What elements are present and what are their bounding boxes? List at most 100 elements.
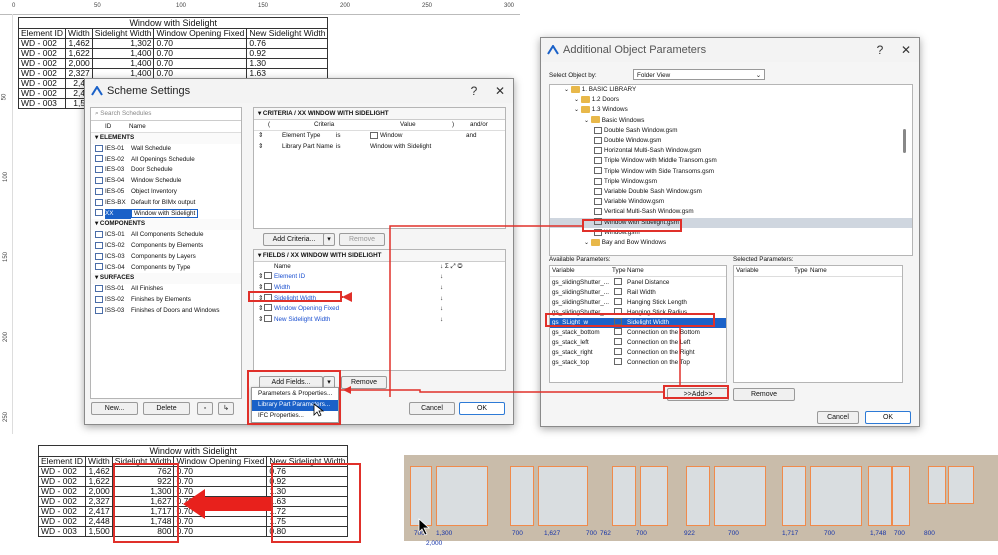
window-elevation[interactable]	[868, 466, 892, 526]
field-row[interactable]: ⇕ New Sidelight Width ↓	[254, 315, 505, 326]
window-elevation[interactable]	[538, 466, 588, 526]
remove-parameter-button[interactable]: Remove	[733, 388, 795, 401]
tree-folder[interactable]: ⌄ 1.2 Doors	[550, 95, 912, 105]
schedule-list-item[interactable]: ISS-01 All Finishes	[91, 284, 241, 295]
tree-scrollbar[interactable]	[903, 129, 906, 153]
tree-folder[interactable]: ⌄ Basic Windows	[550, 116, 912, 126]
highlight-sidelight-parameter	[545, 313, 715, 327]
tree-file[interactable]: Double Sash Window.gsm	[550, 126, 912, 136]
help-button[interactable]: ?	[461, 84, 487, 98]
ok-button[interactable]: OK	[865, 411, 911, 424]
scheme-title: Scheme Settings	[107, 85, 191, 97]
schedule-list-item[interactable]: ISS-03 Finishes of Doors and Windows	[91, 306, 241, 317]
add-criteria-dropdown-icon[interactable]: ▾	[323, 233, 335, 246]
tree-file[interactable]: Horizontal Multi-Sash Window.gsm	[550, 146, 912, 156]
dimension-label: 1,627	[544, 530, 561, 537]
tree-folder[interactable]: ⌄ 1. BASIC LIBRARY	[550, 85, 912, 95]
fields-columns: Name ↓ Σ ⤢ ◎	[274, 263, 463, 270]
tree-file[interactable]: Variable Double Sash Window.gsm	[550, 187, 912, 197]
dimension-label: 1,748	[870, 530, 887, 537]
parameter-row[interactable]: gs_slidingShutter_... Rail Width	[550, 288, 726, 298]
duplicate-icon[interactable]: ▫	[197, 402, 213, 415]
schedule-list-item[interactable]: IES-03 Door Schedule	[91, 165, 241, 176]
tree-file[interactable]: Variable Window.gsm	[550, 197, 912, 207]
criteria-row[interactable]: ⇕ Element Type is Window and	[254, 131, 505, 142]
close-button[interactable]: ✕	[893, 43, 919, 57]
search-placeholder: Search Schedules	[100, 110, 152, 117]
schedule-list-item[interactable]: IES-05 Object Inventory	[91, 187, 241, 198]
schedule-list-item[interactable]: IES-01 Wall Schedule	[91, 144, 241, 155]
delete-schedule-button[interactable]: Delete	[143, 402, 190, 415]
schedule-section[interactable]: ▾ ELEMENTS	[91, 133, 241, 144]
window-elevation[interactable]	[640, 466, 668, 526]
tree-folder[interactable]: ⌄ 1.3 Windows	[550, 105, 912, 115]
window-elevation[interactable]	[948, 466, 974, 504]
dimension-label: 1,300	[436, 530, 453, 537]
window-elevation[interactable]	[928, 466, 946, 504]
schedule-list-item[interactable]: IES-04 Window Schedule	[91, 176, 241, 187]
table-row: WD - 002 1,462 1,302 0.70 0.76	[17, 38, 329, 49]
cancel-button[interactable]: Cancel	[409, 402, 455, 415]
parameter-row[interactable]: gs_stack_top Connection on the Top	[550, 358, 726, 368]
select-object-label: Select Object by:	[549, 72, 597, 79]
parameter-row[interactable]: gs_stack_left Connection on the Left	[550, 338, 726, 348]
schedule-list-item[interactable]: ICS-01 All Components Schedule	[91, 230, 241, 241]
bottom-table-cell: 0.70	[173, 476, 268, 487]
elevation-view[interactable]: 700 1,300 2,000 700 1,627 700 762 700 922 700 1,71…	[398, 440, 998, 555]
schedule-section[interactable]: ▾ COMPONENTS	[91, 219, 241, 231]
window-elevation[interactable]	[782, 466, 806, 526]
schedule-section[interactable]: ▾ SURFACES	[91, 273, 241, 285]
schedule-list-item[interactable]: ICS-03 Components by Layers	[91, 252, 241, 263]
selected-parameters-panel: Variable Type Name	[733, 265, 903, 383]
window-elevation[interactable]	[714, 466, 766, 526]
window-elevation[interactable]	[436, 466, 488, 526]
window-elevation[interactable]	[892, 466, 910, 526]
schedule-list-item[interactable]: IES-BX Default for BIMx output	[91, 198, 241, 209]
ok-button[interactable]: OK	[459, 402, 505, 415]
top-table-cell: 0.70	[153, 48, 248, 59]
help-button[interactable]: ?	[867, 43, 893, 57]
parameter-row[interactable]: gs_stack_right Connection on the Right	[550, 348, 726, 358]
top-table-cell: 1,400	[91, 58, 155, 69]
field-row[interactable]: ⇕ Element ID ↓	[254, 272, 505, 283]
ruler-tick: 50	[1, 93, 8, 101]
dimension-label: 700	[586, 530, 597, 537]
tree-file[interactable]: Triple Window with Middle Transom.gsm	[550, 156, 912, 166]
remove-criteria-button[interactable]: Remove	[339, 233, 385, 246]
schedule-list-item[interactable]: ISS-02 Finishes by Elements	[91, 295, 241, 306]
window-elevation[interactable]	[810, 466, 862, 526]
bottom-table-cell: 2,000	[85, 486, 113, 497]
top-table-header-cell: New Sidelight Width	[246, 28, 329, 39]
schedule-list-item[interactable]: IES-02 All Openings Schedule	[91, 155, 241, 166]
tree-file[interactable]: Vertical Multi-Sash Window.gsm	[550, 207, 912, 217]
new-schedule-button[interactable]: New...	[91, 402, 138, 415]
window-elevation[interactable]	[686, 466, 710, 526]
close-button[interactable]: ✕	[487, 84, 513, 98]
export-icon[interactable]: ↳	[218, 402, 234, 415]
top-table-cell: 0.70	[153, 38, 248, 49]
field-row[interactable]: ⇕ Window Opening Fixed ↓	[254, 304, 505, 315]
window-elevation[interactable]	[410, 466, 432, 526]
tree-file[interactable]: Triple Window.gsm	[550, 177, 912, 187]
cancel-button[interactable]: Cancel	[817, 411, 859, 424]
criteria-row[interactable]: ⇕ Library Part Name is Window with Sideligh…	[254, 142, 505, 153]
schedule-list-item[interactable]: ICS-04 Components by Type	[91, 263, 241, 274]
tree-folder[interactable]: ⌄ Bay and Bow Windows	[550, 238, 912, 248]
window-elevation[interactable]	[612, 466, 636, 526]
highlight-sidelight-field	[248, 291, 342, 302]
tree-file[interactable]: Triple Window with Side Transoms.gsm	[550, 167, 912, 177]
ruler-tick: 100	[176, 3, 187, 9]
parameter-row[interactable]: gs_stack_bottom Connection on the Bottom	[550, 328, 726, 338]
window-elevation[interactable]	[510, 466, 534, 526]
parameter-row[interactable]: gs_slidingShutter_... Panel Distance	[550, 278, 726, 288]
bottom-table-cell: WD - 003	[37, 526, 87, 537]
select-object-dropdown[interactable]: Folder View ⌄	[633, 69, 765, 80]
schedule-list-item[interactable]: XX Window with Sidelight	[91, 208, 241, 220]
remove-field-button[interactable]: Remove	[341, 376, 387, 389]
schedule-list-item[interactable]: ICS-02 Components by Elements	[91, 241, 241, 252]
search-schedules-input[interactable]: ⌕ Search Schedules	[91, 108, 241, 121]
tree-file[interactable]: Double Window.gsm	[550, 136, 912, 146]
parameter-row[interactable]: gs_slidingShutter_... Hanging Stick Lengt…	[550, 298, 726, 308]
top-table-cell: WD - 003	[17, 98, 67, 109]
add-criteria-button[interactable]: Add Criteria...	[263, 233, 325, 246]
